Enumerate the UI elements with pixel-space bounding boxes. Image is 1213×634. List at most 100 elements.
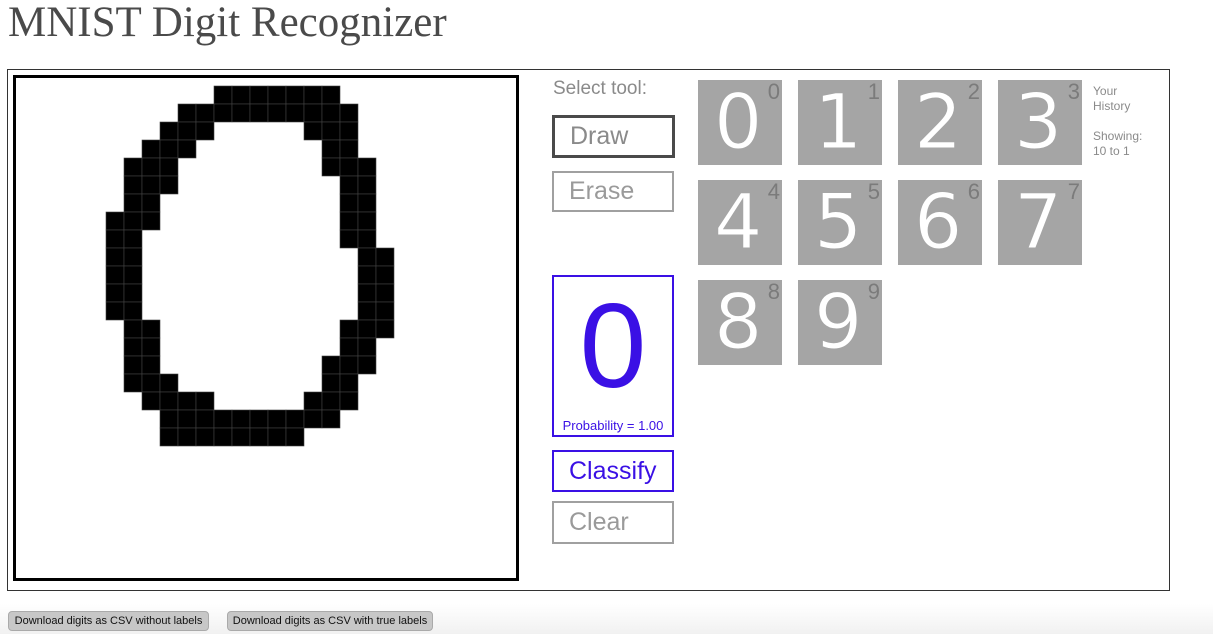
- canvas-pixel: [339, 319, 359, 339]
- history-grid: 0 0 1 1 2 2 3 3 4 4 5 5 6 6 7 7 8 8 9 9: [698, 80, 1088, 370]
- history-caption: Your History Showing: 10 to 1: [1093, 84, 1142, 159]
- canvas-pixel: [321, 103, 341, 123]
- canvas-pixel: [123, 229, 143, 249]
- canvas-pixel: [339, 211, 359, 231]
- history-digit-image: 3: [1013, 80, 1063, 165]
- canvas-pixel: [285, 103, 305, 123]
- canvas-pixel: [357, 337, 377, 357]
- drawing-pixels: [105, 85, 395, 447]
- canvas-pixel: [213, 85, 233, 105]
- download-csv-without-labels-button[interactable]: Download digits as CSV without labels: [8, 611, 209, 631]
- history-digit-image: 2: [913, 80, 963, 165]
- history-tile[interactable]: 6 6: [898, 180, 982, 265]
- history-tile-label: 1: [867, 80, 880, 104]
- history-tile[interactable]: 2 2: [898, 80, 982, 165]
- canvas-pixel: [177, 139, 197, 159]
- canvas-pixel: [123, 355, 143, 375]
- canvas-pixel: [123, 193, 143, 213]
- canvas-pixel: [123, 265, 143, 285]
- history-tile-label: 6: [967, 180, 980, 204]
- canvas-pixel: [123, 337, 143, 357]
- canvas-pixel: [231, 409, 251, 429]
- canvas-pixel: [141, 355, 161, 375]
- history-digit-image: 1: [813, 80, 863, 165]
- canvas-pixel: [123, 157, 143, 177]
- drawing-canvas[interactable]: [13, 75, 519, 581]
- canvas-pixel: [357, 301, 377, 321]
- probability-label: Probability = 1.00: [562, 418, 664, 433]
- canvas-pixel: [375, 265, 395, 285]
- canvas-pixel: [375, 247, 395, 267]
- canvas-pixel: [177, 391, 197, 411]
- history-tile-label: 0: [767, 80, 780, 104]
- canvas-pixel: [177, 427, 197, 447]
- canvas-pixel: [357, 157, 377, 177]
- download-csv-with-true-labels-button[interactable]: Download digits as CSV with true labels: [227, 611, 433, 631]
- canvas-pixel: [321, 373, 341, 393]
- canvas-pixel: [339, 355, 359, 375]
- canvas-pixel: [159, 373, 179, 393]
- canvas-pixel: [159, 157, 179, 177]
- canvas-pixel: [213, 427, 233, 447]
- history-tile-label: 5: [867, 180, 880, 204]
- history-tile[interactable]: 1 1: [798, 80, 882, 165]
- history-tile[interactable]: 8 8: [698, 280, 782, 365]
- canvas-pixel: [195, 103, 215, 123]
- canvas-pixel: [231, 85, 251, 105]
- canvas-pixel: [141, 193, 161, 213]
- canvas-pixel: [357, 283, 377, 303]
- canvas-pixel: [339, 157, 359, 177]
- history-tile[interactable]: 5 5: [798, 180, 882, 265]
- classify-button[interactable]: Classify: [552, 450, 674, 492]
- canvas-pixel: [195, 409, 215, 429]
- history-tile[interactable]: 7 7: [998, 180, 1082, 265]
- canvas-pixel: [123, 373, 143, 393]
- canvas-pixel: [339, 373, 359, 393]
- history-digit-image: 7: [1013, 180, 1063, 265]
- draw-button[interactable]: Draw: [552, 115, 675, 158]
- drawn-digit-strokes: [105, 85, 395, 447]
- history-tile[interactable]: 4 4: [698, 180, 782, 265]
- history-tile[interactable]: 3 3: [998, 80, 1082, 165]
- history-tile-label: 8: [767, 280, 780, 304]
- canvas-pixel: [159, 121, 179, 141]
- canvas-pixel: [123, 283, 143, 303]
- canvas-pixel: [141, 391, 161, 411]
- canvas-pixel: [357, 211, 377, 231]
- canvas-pixel: [303, 85, 323, 105]
- canvas-pixel: [285, 427, 305, 447]
- canvas-pixel: [321, 121, 341, 141]
- showing-range: 10 to 1: [1093, 144, 1130, 158]
- canvas-pixel: [105, 283, 125, 303]
- canvas-pixel: [177, 103, 197, 123]
- canvas-pixel: [339, 175, 359, 195]
- prediction-panel: 0 Probability = 1.00: [552, 275, 674, 437]
- canvas-pixel: [123, 301, 143, 321]
- erase-button[interactable]: Erase: [552, 171, 674, 212]
- canvas-pixel: [321, 355, 341, 375]
- canvas-pixel: [231, 103, 251, 123]
- canvas-pixel: [285, 409, 305, 429]
- canvas-pixel: [285, 85, 305, 105]
- showing-label: Showing:: [1093, 129, 1143, 143]
- canvas-pixel: [123, 247, 143, 267]
- canvas-pixel: [339, 103, 359, 123]
- canvas-pixel: [267, 85, 287, 105]
- history-tile[interactable]: 0 0: [698, 80, 782, 165]
- canvas-pixel: [249, 103, 269, 123]
- clear-button[interactable]: Clear: [552, 501, 674, 544]
- canvas-pixel: [141, 157, 161, 177]
- canvas-pixel: [123, 211, 143, 231]
- history-tile[interactable]: 9 9: [798, 280, 882, 365]
- canvas-pixel: [375, 319, 395, 339]
- canvas-pixel: [159, 139, 179, 159]
- canvas-pixel: [357, 355, 377, 375]
- canvas-pixel: [159, 409, 179, 429]
- canvas-pixel: [357, 229, 377, 249]
- canvas-pixel: [177, 121, 197, 141]
- history-tile-label: 9: [867, 280, 880, 304]
- canvas-pixel: [123, 175, 143, 195]
- canvas-pixel: [159, 391, 179, 411]
- canvas-pixel: [303, 103, 323, 123]
- canvas-pixel: [321, 139, 341, 159]
